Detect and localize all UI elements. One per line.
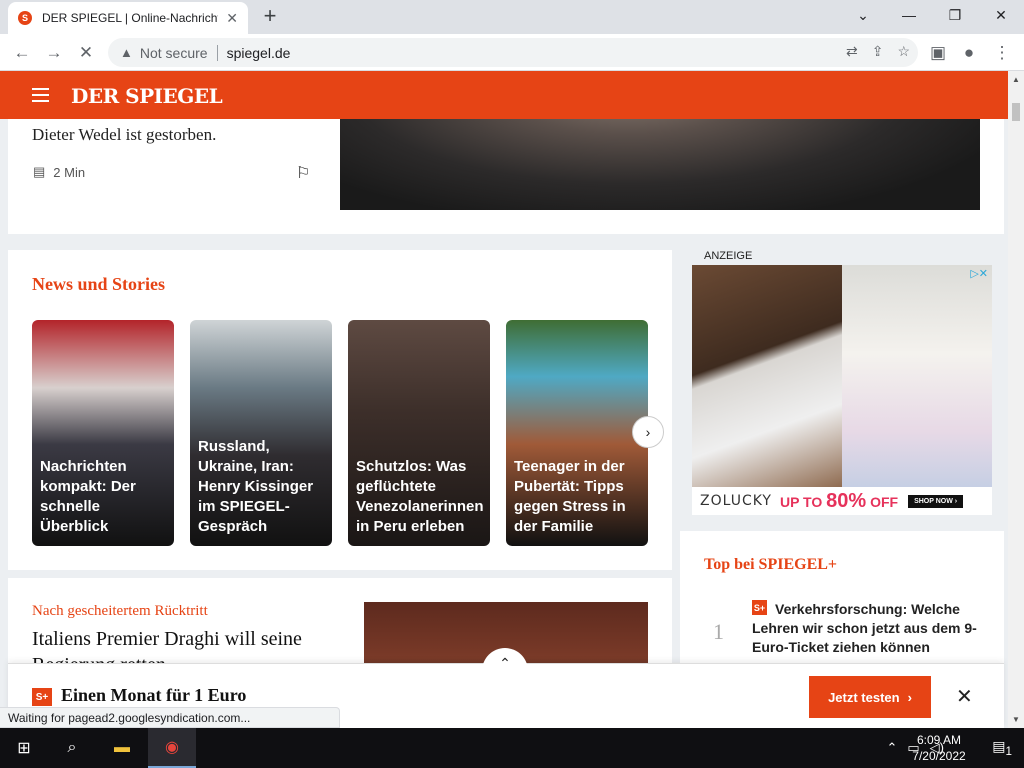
tray-chevron-up-icon[interactable]: ⌃ [886,740,897,756]
windows-start-icon[interactable]: ⊞ [0,728,48,768]
spiegel-plus-icon: S+ [752,600,767,615]
article-icon: ▤ [33,164,46,179]
spiegel-header: DER SPIEGEL [0,71,1008,119]
story-caption: Schutzlos: Was geflüchtete Venezolanerin… [356,458,484,535]
forward-button[interactable]: → [40,39,68,67]
story-tile[interactable]: Schutzlos: Was geflüchtete Venezolanerin… [348,320,490,546]
top-plus-headline[interactable]: Verkehrsforschung: Welche Lehren wir sch… [752,600,982,657]
try-now-button[interactable]: Jetzt testen › [809,676,931,718]
ad-banner-bar: ZOLUCKY UP TO 80% OFF SHOP NOW › [692,487,992,515]
scroll-down-icon[interactable]: ▼ [1012,715,1020,724]
ad-shoe-image [692,265,842,487]
adchoices-icon[interactable]: ▷✕ [970,267,988,280]
try-now-label: Jetzt testen [828,689,900,705]
omnibox-divider [216,44,218,61]
ad-label: ANZEIGE [704,250,753,262]
ad-brand: ZOLUCKY [700,493,772,509]
minimize-button[interactable]: — [886,0,932,30]
scroll-up-icon[interactable]: ▲ [1012,75,1020,84]
tab-strip: S DER SPIEGEL | Online-Nachrichten ✕ + ⌄… [0,0,1024,34]
ad-offer-value: 80% [826,489,867,512]
ad-offer-suffix: OFF [870,493,899,510]
ad-dress-image [842,265,992,487]
chrome-menu-icon[interactable]: ⋮ [988,39,1016,67]
hamburger-menu-icon[interactable] [32,88,49,106]
close-icon[interactable]: ✕ [956,684,973,709]
story-tile[interactable]: Teenager in der Pubertät: Tipps gegen St… [506,320,648,546]
search-icon[interactable]: ⌕ [48,728,96,768]
notification-center-icon[interactable]: ▤1 [992,738,1012,758]
article-teaser[interactable]: Dieter Wedel ist gestorben. [32,125,216,145]
news-stories-section: News und Stories Nachrichten kompakt: De… [8,250,672,570]
bookmark-icon[interactable]: ⚐ [296,163,310,183]
story-caption: Nachrichten kompakt: Der schnelle Überbl… [40,458,136,535]
clock-date: 7/20/2022 [912,749,966,763]
story-tile[interactable]: Nachrichten kompakt: Der schnelle Überbl… [32,320,174,546]
spiegel-logo[interactable]: DER SPIEGEL [71,84,223,108]
spiegel-plus-badge: S+ [32,688,52,706]
translate-icon[interactable]: ⇄ [846,43,858,60]
tab-close-icon[interactable]: ✕ [226,10,238,27]
taskbar-clock[interactable]: 6:09 AM 7/20/2022 [908,732,970,764]
status-bubble: Waiting for pagead2.googlesyndication.co… [0,707,340,728]
chrome-taskbar-icon[interactable]: ◉ [148,728,196,768]
side-panel-icon[interactable]: ▣ [924,39,952,67]
story-caption: Russland, Ukraine, Iran: Henry Kissinger… [198,438,314,535]
spiegel-favicon-icon: S [18,11,32,25]
ad-offer-prefix: UP TO [779,493,823,510]
chevron-right-icon: › [907,689,912,705]
advertisement[interactable]: ▷✕ ZOLUCKY UP TO 80% OFF SHOP NOW › [692,265,992,515]
read-time-label: 2 Min [53,164,86,180]
ad-shop-button[interactable]: SHOP NOW › [908,494,964,508]
stop-loading-button[interactable]: ✕ [72,39,100,67]
scroll-thumb[interactable] [1012,103,1020,121]
ad-offer: UP TO 80% OFF [780,490,898,513]
story-caption: Teenager in der Pubertät: Tipps gegen St… [514,458,626,535]
back-button[interactable]: ← [8,39,36,67]
address-bar[interactable]: ▲ Not secure spiegel.de ⇄ ⇪ ☆ [108,38,918,67]
windows-taskbar: ⊞ ⌕ ▬ ◉ ⌃ ▭ ◁) 6:09 AM 7/20/2022 ▤1 [0,728,1024,768]
clock-time: 6:09 AM [916,733,962,747]
new-tab-button[interactable]: + [258,3,282,28]
file-explorer-icon[interactable]: ▬ [98,728,146,768]
bookmark-star-icon[interactable]: ☆ [897,43,910,60]
carousel-next-icon[interactable]: › [632,416,664,448]
close-window-button[interactable]: ✕ [978,0,1024,30]
profile-avatar-icon[interactable]: ● [955,39,983,67]
section-title: Top bei SPIEGEL+ [704,556,838,573]
security-status[interactable]: Not secure [140,45,208,61]
page-scrollbar[interactable]: ▲ ▼ [1008,71,1024,728]
page-viewport: Dieter Wedel ist gestorben. ▤ 2 Min ⚐ DE… [0,71,1008,728]
subscribe-offer: Einen Monat für 1 Euro [61,685,247,705]
omnibox-actions: ⇄ ⇪ ☆ [846,43,910,60]
tab-search-chevron-icon[interactable]: ⌄ [840,0,886,30]
browser-toolbar: ← → ✕ ▲ Not secure spiegel.de ⇄ ⇪ ☆ ▣ ● … [0,34,1024,71]
story-tile[interactable]: Russland, Ukraine, Iran: Henry Kissinger… [190,320,332,546]
share-icon[interactable]: ⇪ [872,43,884,60]
warning-triangle-icon[interactable]: ▲ [120,45,133,60]
section-title: News und Stories [32,274,166,294]
story-kicker[interactable]: Nach gescheitertem Rücktritt [32,603,208,620]
rank-number: 1 [713,619,724,644]
read-time: ▤ 2 Min [33,164,85,180]
url-text[interactable]: spiegel.de [227,45,291,61]
restore-button[interactable]: ❐ [932,0,978,30]
tab-title: DER SPIEGEL | Online-Nachrichten [42,11,219,25]
tab-spiegel[interactable]: S DER SPIEGEL | Online-Nachrichten ✕ [8,2,248,34]
notification-count: 1 [1005,744,1012,758]
